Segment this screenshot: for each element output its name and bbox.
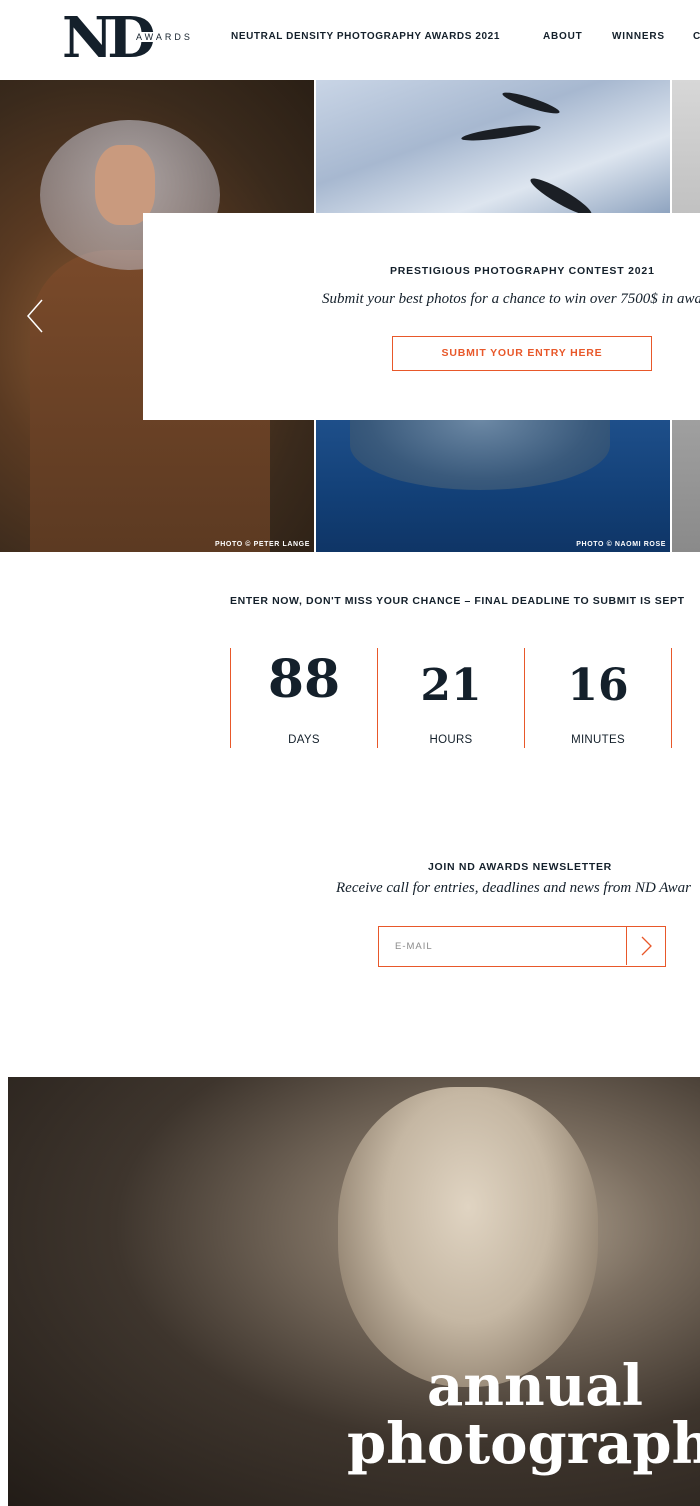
countdown-hours: 21 HOURS: [377, 648, 524, 748]
newsletter-subtitle: Receive call for entries, deadlines and …: [336, 880, 691, 896]
promo-heading: PRESTIGIOUS PHOTOGRAPHY CONTEST 2021: [390, 265, 655, 277]
promo-subtitle: Submit your best photos for a chance to …: [322, 291, 700, 307]
nav-about[interactable]: ABOUT: [543, 31, 583, 42]
nav-item-truncated[interactable]: C: [693, 31, 700, 42]
countdown-seconds-edge: [671, 648, 700, 748]
photo-face-shape: [338, 1087, 598, 1387]
countdown-hours-label: HOURS: [429, 734, 473, 746]
logo-sub-text: AWARDS: [134, 32, 195, 42]
feature-photo-freckled-woman: annual photography: [8, 1077, 700, 1506]
countdown-minutes: 16 MINUTES: [524, 648, 671, 748]
feature-headline-line1: annual: [427, 1353, 643, 1419]
submit-entry-button[interactable]: SUBMIT YOUR ENTRY HERE: [392, 336, 652, 371]
feature-headline-line2: photography: [347, 1411, 700, 1477]
countdown-days-label: DAYS: [288, 734, 320, 746]
newsletter-title: JOIN ND AWARDS NEWSLETTER: [428, 861, 612, 873]
countdown-minutes-value: 16: [567, 660, 629, 711]
promo-panel: PRESTIGIOUS PHOTOGRAPHY CONTEST 2021 Sub…: [143, 213, 700, 420]
countdown-timer: 88 DAYS 21 HOURS 16 MINUTES: [230, 648, 700, 748]
countdown-days-value: 88: [267, 649, 341, 710]
bird-shape: [500, 88, 562, 118]
countdown-days: 88 DAYS: [230, 648, 377, 748]
site-title[interactable]: NEUTRAL DENSITY PHOTOGRAPHY AWARDS 2021: [231, 31, 500, 42]
deadline-text: ENTER NOW, DON'T MISS YOUR CHANCE – FINA…: [230, 595, 685, 607]
newsletter-form: [378, 926, 666, 967]
feature-headline: annual photography: [347, 1357, 700, 1473]
nd-awards-logo[interactable]: ND AWARDS: [62, 8, 195, 68]
photo-credit-left: PHOTO © PETER LANGE: [215, 541, 310, 548]
photo-credit-right: PHOTO © NAOMI ROSE: [576, 541, 666, 548]
chevron-right-icon: [641, 936, 652, 956]
email-field[interactable]: [379, 927, 625, 965]
nav-winners[interactable]: WINNERS: [612, 31, 665, 42]
hero-slider: PHOTO © PETER LANGE PHOTO © NAOMI ROSE P…: [0, 80, 700, 552]
chevron-left-icon[interactable]: [22, 296, 52, 336]
bird-shape: [460, 122, 542, 144]
countdown-minutes-label: MINUTES: [571, 734, 625, 746]
newsletter-submit-button[interactable]: [626, 927, 665, 965]
hero-photo-birds: [316, 80, 670, 221]
site-header: ND AWARDS NEUTRAL DENSITY PHOTOGRAPHY AW…: [0, 0, 700, 78]
countdown-hours-value: 21: [420, 660, 482, 711]
